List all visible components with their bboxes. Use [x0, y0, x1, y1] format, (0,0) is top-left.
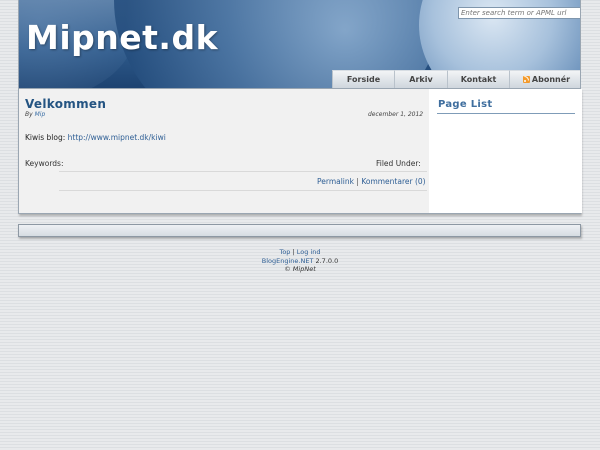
main-container: Velkommen By Mip december 1, 2012 Kiwis … — [18, 89, 582, 214]
footer-engine-row: BlogEngine.NET 2.7.0.0 — [0, 257, 600, 266]
nav-item-abonner[interactable]: Abonnér — [509, 70, 580, 88]
nav-item-abonner-label: Abonnér — [531, 75, 571, 84]
post-date: december 1, 2012 — [368, 111, 424, 118]
bottom-bar — [18, 224, 581, 237]
nav-item-kontakt[interactable]: Kontakt — [447, 70, 509, 88]
kiwi-blog-link[interactable]: http://www.mipnet.dk/kiwi — [68, 133, 166, 142]
comments-link[interactable]: Kommentarer (0) — [361, 177, 425, 186]
post-byline: By Mip — [25, 111, 45, 118]
rss-icon — [522, 76, 530, 83]
divider — [59, 190, 427, 191]
login-link[interactable]: Log ind — [297, 248, 321, 256]
divider — [437, 113, 575, 114]
keywords-label: Keywords: — [25, 159, 64, 168]
main-nav: Forside Arkiv Kontakt Abonnér — [332, 70, 580, 88]
page-list-title: Page List — [438, 99, 493, 110]
separator: | — [356, 177, 359, 186]
post-content: Velkommen By Mip december 1, 2012 Kiwis … — [19, 89, 427, 213]
divider — [59, 171, 427, 172]
byline-label: By — [25, 111, 33, 118]
page-wrapper: Mipnet.dk Forside Arkiv Kontakt Abonnér … — [18, 0, 582, 214]
blogengine-link[interactable]: BlogEngine.NET — [262, 257, 314, 265]
nav-item-arkiv[interactable]: Arkiv — [394, 70, 447, 88]
post-body: Kiwis blog: http://www.mipnet.dk/kiwi — [25, 133, 166, 142]
site-title[interactable]: Mipnet.dk — [26, 18, 218, 57]
separator: | — [292, 248, 295, 256]
copyright-text: © MipNet — [284, 265, 316, 273]
filed-under-label: Filed Under: — [376, 159, 421, 168]
nav-item-forside[interactable]: Forside — [332, 70, 394, 88]
author-link[interactable]: Mip — [35, 111, 46, 118]
post-footer-links: Permalink | Kommentarer (0) — [317, 177, 426, 186]
permalink-link[interactable]: Permalink — [317, 177, 354, 186]
site-header: Mipnet.dk Forside Arkiv Kontakt Abonnér — [18, 0, 581, 89]
search-input[interactable] — [458, 7, 580, 19]
footer-links-row: Top | Log ind — [0, 248, 600, 257]
sidebar: Page List — [429, 89, 582, 213]
version-text: 2.7.0.0 — [315, 256, 339, 265]
site-footer: Top | Log ind BlogEngine.NET 2.7.0.0 © M… — [0, 248, 600, 274]
top-link[interactable]: Top — [279, 248, 290, 256]
post-title[interactable]: Velkommen — [25, 97, 106, 111]
post-body-text: Kiwis blog: — [25, 133, 66, 142]
